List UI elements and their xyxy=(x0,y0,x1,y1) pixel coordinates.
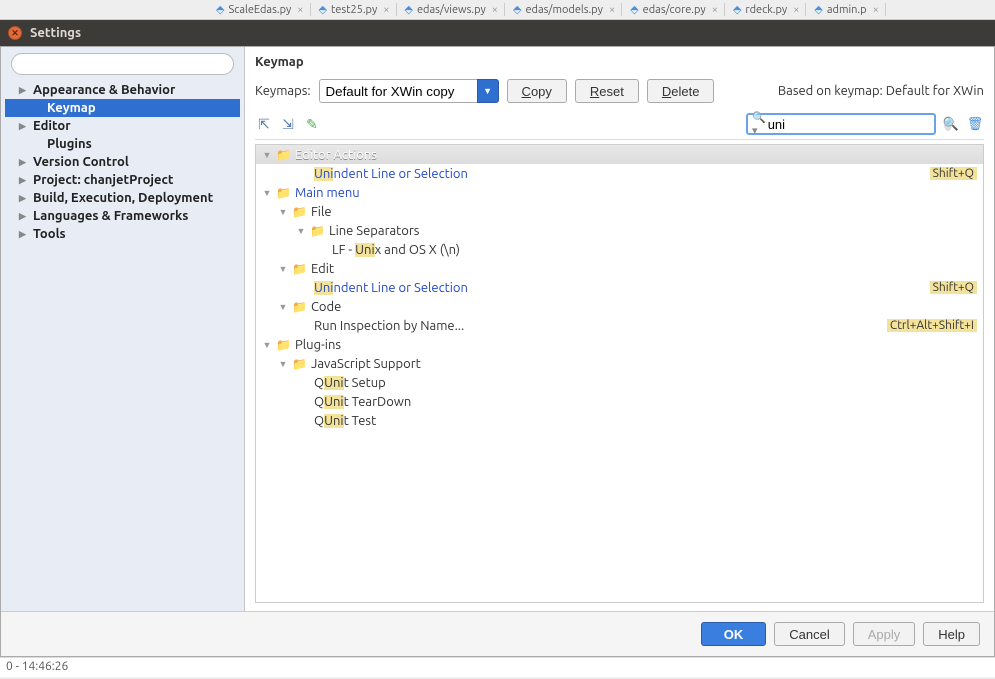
collapse-all-icon[interactable]: ⇲ xyxy=(279,115,297,133)
settings-sidebar: 🔍 ▶Appearance & BehaviorKeymap▶EditorPlu… xyxy=(1,47,245,611)
editor-tab[interactable]: ⬘ScaleEdas.py× xyxy=(210,3,311,16)
apply-button[interactable]: Apply xyxy=(853,622,916,646)
settings-nav: ▶Appearance & BehaviorKeymap▶EditorPlugi… xyxy=(5,81,240,243)
folder-icon: 📁 xyxy=(276,186,291,200)
tree-row[interactable]: Unindent Line or SelectionShift+Q xyxy=(256,278,983,297)
tree-twisty-icon[interactable]: ▼ xyxy=(262,150,272,160)
expand-arrow-icon: ▶ xyxy=(19,157,29,168)
tree-twisty-icon[interactable]: ▼ xyxy=(296,226,306,236)
expand-arrow-icon: ▶ xyxy=(19,175,29,186)
help-button[interactable]: Help xyxy=(923,622,980,646)
shortcut-badge: Ctrl+Alt+Shift+I xyxy=(887,319,977,332)
search-icon: 🔍▾ xyxy=(752,111,766,137)
edit-icon[interactable]: ✎ xyxy=(303,115,321,133)
tree-twisty-icon[interactable]: ▼ xyxy=(278,264,288,274)
folder-icon: 📁 xyxy=(292,262,307,276)
expand-arrow-icon: ▶ xyxy=(19,229,29,240)
folder-icon: 📁 xyxy=(310,224,325,238)
editor-tab[interactable]: ⬘edas/models.py× xyxy=(507,3,622,16)
close-tab-icon[interactable]: × xyxy=(492,4,498,16)
close-tab-icon[interactable]: × xyxy=(609,4,615,16)
editor-tab[interactable]: ⬘rdeck.py× xyxy=(727,3,806,16)
tree-row[interactable]: ▼📁Edit xyxy=(256,259,983,278)
keymap-panel: Keymap Keymaps: ▼ Copy Reset Delete Base… xyxy=(245,47,994,611)
tree-row[interactable]: ▼📁Plug-ins xyxy=(256,335,983,354)
sidebar-item-build-execution-deployment[interactable]: ▶Build, Execution, Deployment xyxy=(5,189,240,207)
find-by-shortcut-icon[interactable]: 🔍 xyxy=(942,115,960,133)
delete-button[interactable]: Delete xyxy=(647,79,715,103)
tree-twisty-icon[interactable]: ▼ xyxy=(278,302,288,312)
keymap-toolbar: ⇱ ⇲ ✎ 🔍▾ ✕ 🔍 🗑 xyxy=(255,113,984,140)
keymaps-combo[interactable]: ▼ xyxy=(319,79,499,103)
sidebar-item-tools[interactable]: ▶Tools xyxy=(5,225,240,243)
close-tab-icon[interactable]: × xyxy=(793,4,799,16)
tree-row[interactable]: QUnit Test xyxy=(256,411,983,430)
sidebar-item-plugins[interactable]: Plugins xyxy=(5,135,240,153)
trash-icon[interactable]: 🗑 xyxy=(966,115,984,133)
folder-icon: 📁 xyxy=(292,205,307,219)
window-titlebar: ✕ Settings xyxy=(0,20,995,46)
close-icon[interactable]: ✕ xyxy=(8,26,22,40)
tree-row[interactable]: ▼📁Editor Actions xyxy=(256,145,983,164)
shortcut-badge: Shift+Q xyxy=(930,167,977,180)
tree-row[interactable]: QUnit Setup xyxy=(256,373,983,392)
editor-tab[interactable]: ⬘admin.p× xyxy=(808,3,885,16)
tree-row[interactable]: ▼📁Code xyxy=(256,297,983,316)
folder-icon: 📁 xyxy=(292,300,307,314)
ok-button[interactable]: OK xyxy=(701,622,767,646)
dropdown-icon[interactable]: ▼ xyxy=(477,79,499,103)
keymap-tree[interactable]: ▼📁Editor ActionsUnindent Line or Selecti… xyxy=(255,144,984,603)
sidebar-item-editor[interactable]: ▶Editor xyxy=(5,117,240,135)
editor-tab[interactable]: ⬘test25.py× xyxy=(313,3,397,16)
sidebar-item-keymap[interactable]: Keymap xyxy=(5,99,240,117)
settings-dialog: 🔍 ▶Appearance & BehaviorKeymap▶EditorPlu… xyxy=(0,46,995,657)
tree-twisty-icon[interactable]: ▼ xyxy=(262,340,272,350)
action-search: 🔍▾ ✕ xyxy=(746,113,936,135)
folder-icon: 📁 xyxy=(276,338,291,352)
tree-twisty-icon[interactable]: ▼ xyxy=(278,359,288,369)
cancel-button[interactable]: Cancel xyxy=(774,622,844,646)
keymaps-label: Keymaps: xyxy=(255,84,311,98)
reset-button[interactable]: Reset xyxy=(575,79,639,103)
folder-icon: 📁 xyxy=(292,357,307,371)
tree-row[interactable]: QUnit TearDown xyxy=(256,392,983,411)
tree-row[interactable]: LF - Unix and OS X (\n) xyxy=(256,240,983,259)
sidebar-item-appearance-behavior[interactable]: ▶Appearance & Behavior xyxy=(5,81,240,99)
editor-tabs: ⬘ScaleEdas.py×⬘test25.py×⬘edas/views.py×… xyxy=(0,0,995,20)
sidebar-item-languages-frameworks[interactable]: ▶Languages & Frameworks xyxy=(5,207,240,225)
expand-all-icon[interactable]: ⇱ xyxy=(255,115,273,133)
tree-row[interactable]: ▼📁JavaScript Support xyxy=(256,354,983,373)
close-tab-icon[interactable]: × xyxy=(712,4,718,16)
editor-tab[interactable]: ⬘edas/views.py× xyxy=(399,3,506,16)
window-title: Settings xyxy=(30,26,81,40)
expand-arrow-icon: ▶ xyxy=(19,211,29,222)
shortcut-badge: Shift+Q xyxy=(930,281,977,294)
copy-button[interactable]: Copy xyxy=(507,79,567,103)
status-bar: 0 - 14:46:26 xyxy=(0,657,995,677)
tree-row[interactable]: ▼📁File xyxy=(256,202,983,221)
close-tab-icon[interactable]: × xyxy=(873,4,879,16)
action-search-input[interactable] xyxy=(768,117,944,132)
tree-row[interactable]: ▼📁Main menu xyxy=(256,183,983,202)
folder-icon: 📁 xyxy=(276,148,291,162)
sidebar-item-project-chanjetproject[interactable]: ▶Project: chanjetProject xyxy=(5,171,240,189)
expand-arrow-icon: ▶ xyxy=(19,193,29,204)
dialog-footer: OK Cancel Apply Help xyxy=(1,611,994,656)
close-tab-icon[interactable]: × xyxy=(297,4,303,16)
tree-row[interactable]: ▼📁Line Separators xyxy=(256,221,983,240)
expand-arrow-icon: ▶ xyxy=(19,121,29,132)
keymaps-input[interactable] xyxy=(319,79,477,103)
tree-row[interactable]: Run Inspection by Name...Ctrl+Alt+Shift+… xyxy=(256,316,983,335)
editor-tab[interactable]: ⬘edas/core.py× xyxy=(624,3,725,16)
tree-twisty-icon[interactable]: ▼ xyxy=(262,188,272,198)
sidebar-search-input[interactable] xyxy=(11,53,234,75)
based-on-label: Based on keymap: Default for XWin xyxy=(778,84,984,98)
tree-twisty-icon[interactable]: ▼ xyxy=(278,207,288,217)
tree-row[interactable]: Unindent Line or SelectionShift+Q xyxy=(256,164,983,183)
page-title: Keymap xyxy=(255,55,984,69)
close-tab-icon[interactable]: × xyxy=(383,4,389,16)
expand-arrow-icon: ▶ xyxy=(19,85,29,96)
sidebar-item-version-control[interactable]: ▶Version Control xyxy=(5,153,240,171)
